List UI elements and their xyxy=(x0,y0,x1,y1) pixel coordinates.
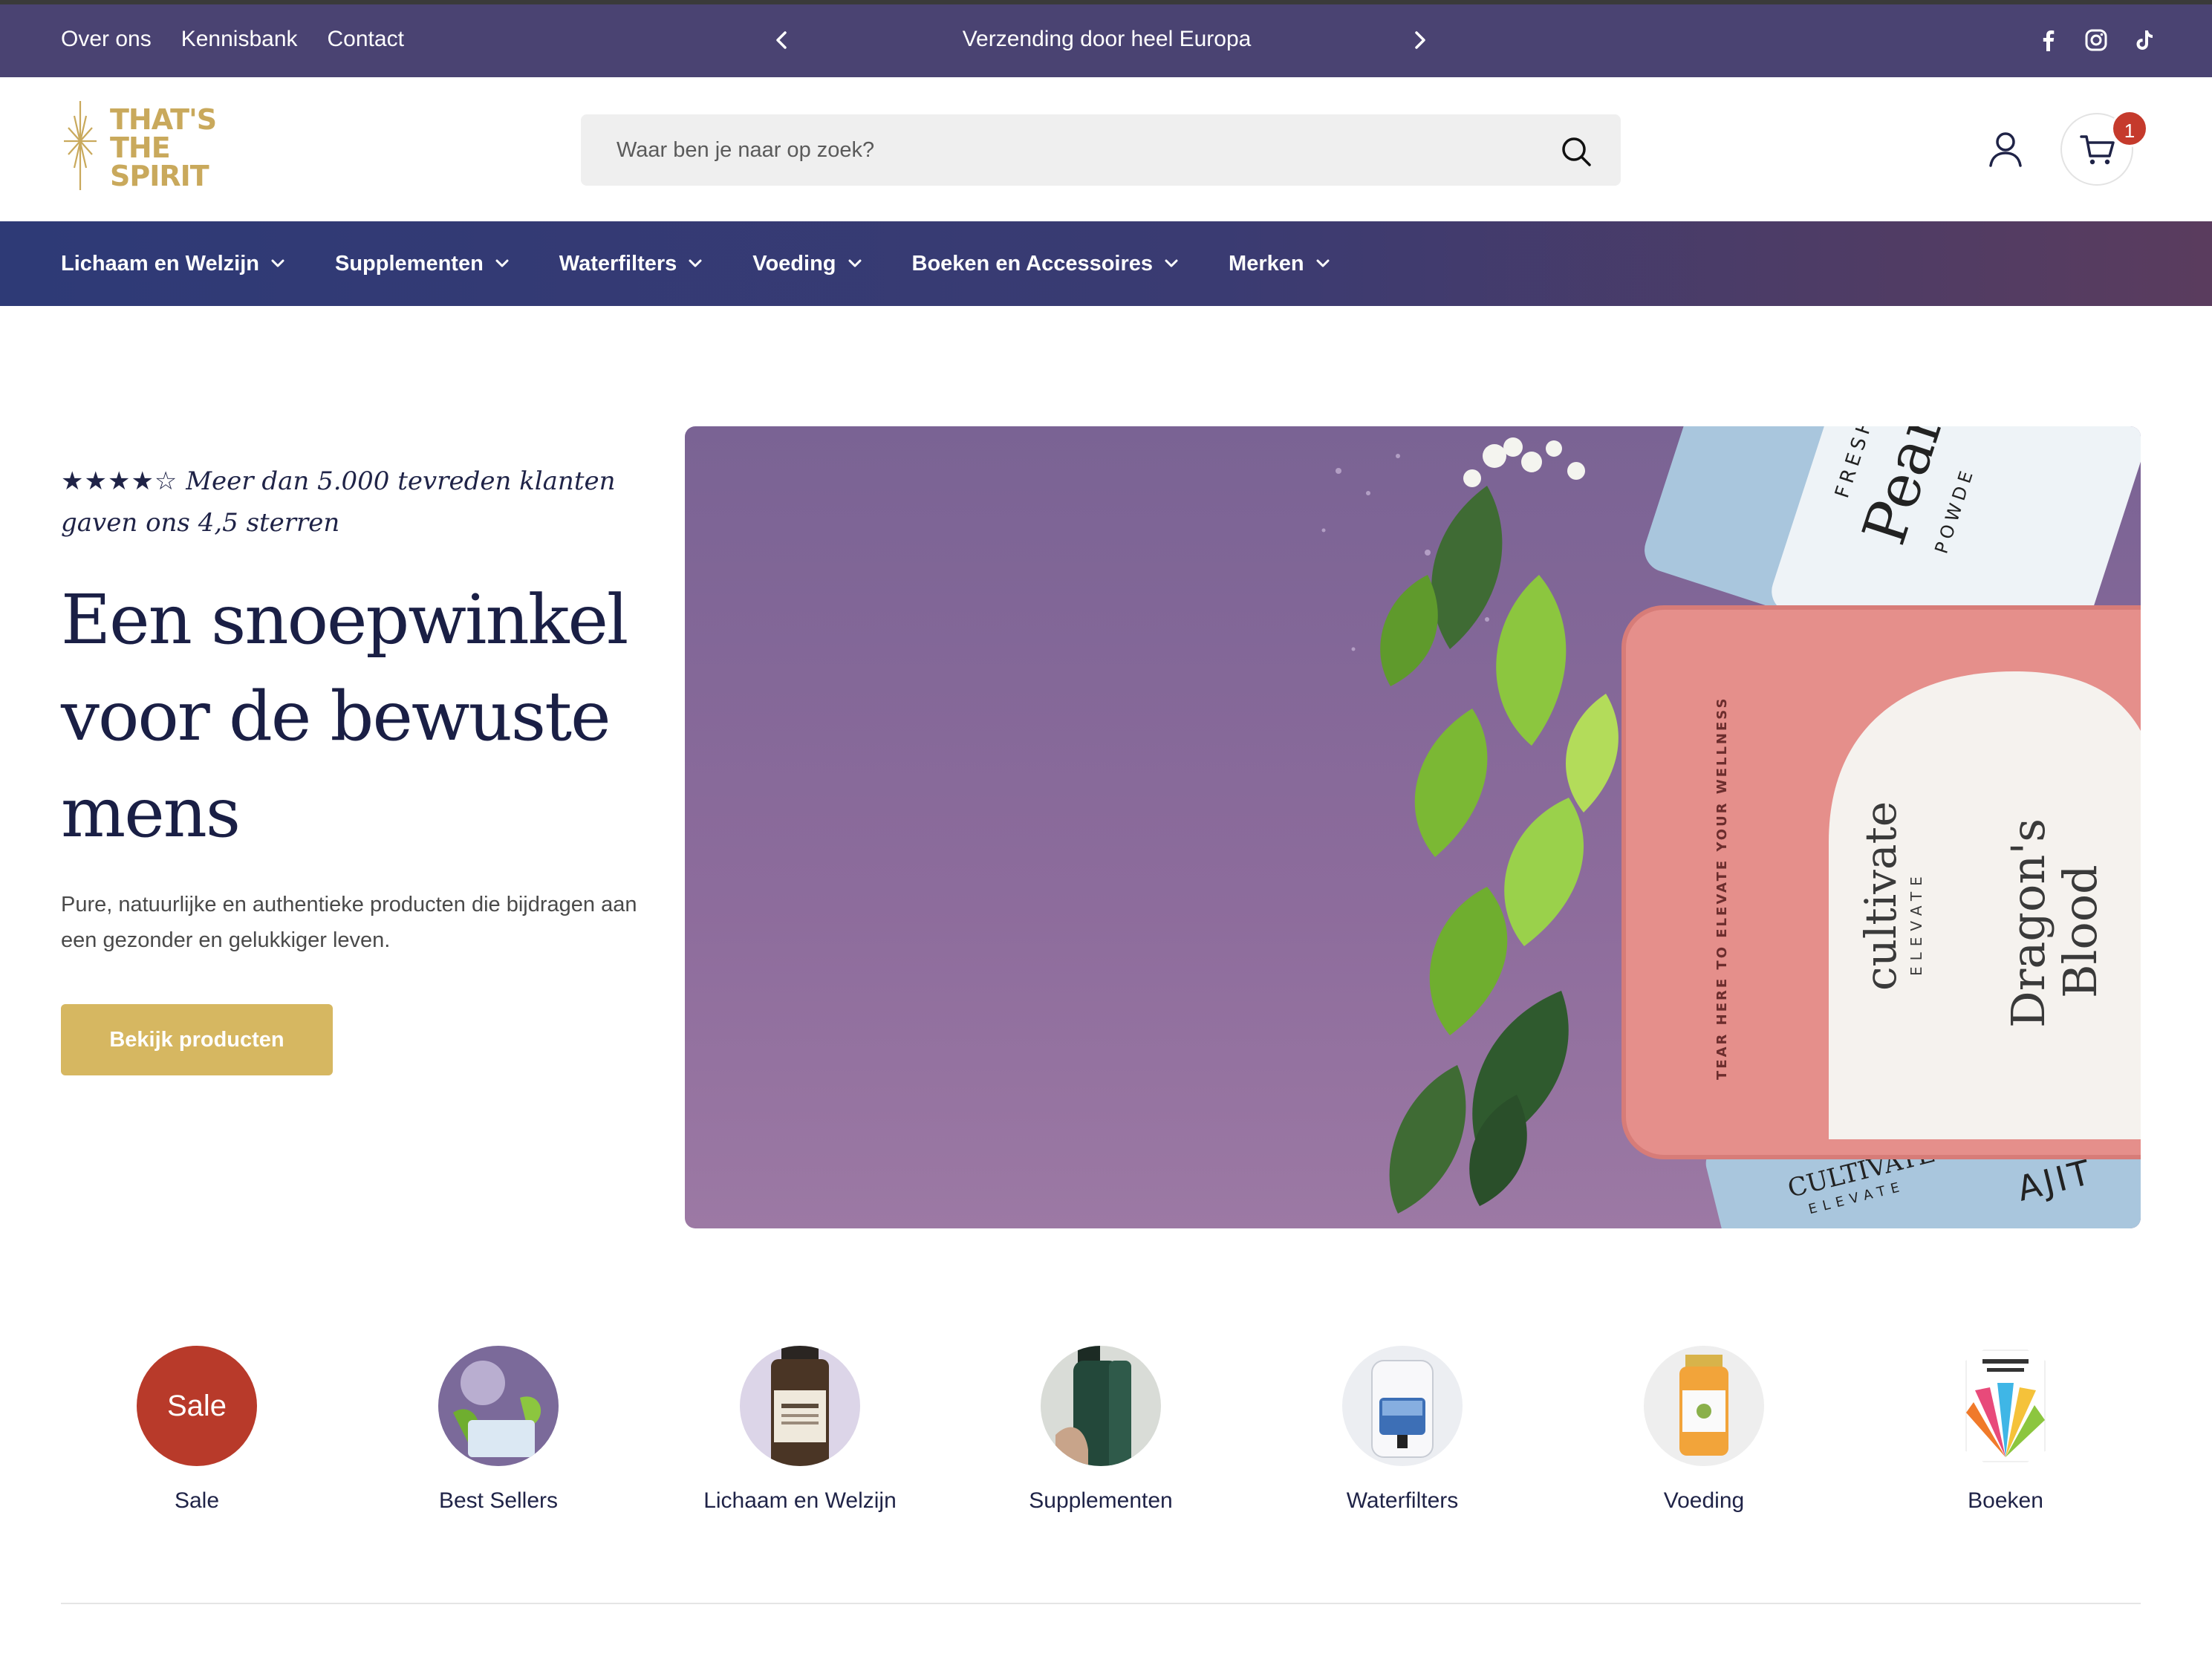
category-image xyxy=(740,1346,860,1466)
chevron-down-icon xyxy=(848,259,861,267)
hero-product-illustration: FRESHWA Pear POWDE CULTIVATE ELEVATE AJI… xyxy=(1321,426,2141,1228)
nav-item-lichaam-en-welzijn[interactable]: Lichaam en Welzijn xyxy=(61,252,286,276)
category-label: Waterfilters xyxy=(1346,1488,1459,1513)
logo-line-2: THE xyxy=(110,131,171,164)
chevron-down-icon xyxy=(1316,259,1330,267)
nav-item-label: Voeding xyxy=(752,251,836,276)
category-label: Boeken xyxy=(1968,1488,2043,1513)
category-image: Sale xyxy=(137,1346,257,1466)
chevron-down-icon xyxy=(495,259,509,267)
category-image xyxy=(1342,1346,1463,1466)
category-image xyxy=(1041,1346,1161,1466)
search-icon[interactable] xyxy=(1560,135,1593,168)
nav-item-voeding[interactable]: Voeding xyxy=(752,252,862,276)
hero-image: FRESHWA Pear POWDE CULTIVATE ELEVATE AJI… xyxy=(685,426,2141,1228)
account-icon[interactable] xyxy=(1988,131,2023,168)
chevron-left-icon[interactable] xyxy=(767,25,796,55)
site-header: THAT'S THE SPIRIT 1 xyxy=(0,77,2212,221)
brand-text: cultivate xyxy=(1855,801,1906,991)
search-bar xyxy=(581,114,1621,186)
hero-subcopy: Pure, natuurlijke en authentieke product… xyxy=(61,893,637,952)
utility-links: Over ons Kennisbank Contact xyxy=(61,27,404,52)
cart-icon xyxy=(2080,134,2115,166)
category-label: Lichaam en Welzijn xyxy=(703,1488,897,1513)
category-image xyxy=(438,1346,559,1466)
logo-line-1: THAT'S xyxy=(110,103,217,136)
category-label: Supplementen xyxy=(1029,1488,1173,1513)
nav-item-supplementen[interactable]: Supplementen xyxy=(335,252,510,276)
site-logo[interactable]: THAT'S THE SPIRIT xyxy=(59,101,217,198)
category-image xyxy=(1644,1346,1764,1466)
logo-star-icon xyxy=(64,101,97,190)
nav-item-label: Waterfilters xyxy=(559,251,677,276)
nav-item-label: Merken xyxy=(1229,251,1304,276)
logo-line-3: SPIRIT xyxy=(110,160,209,192)
category-label: Voeding xyxy=(1663,1488,1745,1513)
hero-text: ★★★★☆ Meer dan 5.000 tevreden klanten ga… xyxy=(61,460,670,958)
brand-sub-text: ELEVATE xyxy=(1907,870,1925,976)
category-lichaam-en-welzijn[interactable]: Lichaam en Welzijn xyxy=(681,1346,919,1514)
product-name-text: Dragon's xyxy=(2001,818,2055,1028)
nav-item-label: Lichaam en Welzijn xyxy=(61,251,259,276)
nav-item-label: Supplementen xyxy=(334,251,484,276)
link-over-ons[interactable]: Over ons xyxy=(61,27,152,52)
category-row: Sale Sale Best Sellers Lichaam en Welzij… xyxy=(0,1346,2212,1539)
instagram-icon[interactable] xyxy=(2083,27,2109,53)
announcement-bar: Over ons Kennisbank Contact Verzending d… xyxy=(0,0,2212,77)
nav-item-boeken-en-accessoires[interactable]: Boeken en Accessoires xyxy=(912,252,1180,276)
tiktok-icon[interactable] xyxy=(2130,27,2157,53)
category-supplementen[interactable]: Supplementen xyxy=(982,1346,1220,1514)
facebook-icon[interactable] xyxy=(2035,27,2062,53)
category-voeding[interactable]: Voeding xyxy=(1585,1346,1823,1514)
category-image xyxy=(1945,1346,2066,1466)
rating-stars: ★★★★☆ xyxy=(61,466,178,496)
section-divider xyxy=(61,1603,2141,1604)
category-label: Sale xyxy=(174,1488,220,1513)
main-navigation: Lichaam en Welzijn Supplementen Waterfil… xyxy=(0,221,2212,306)
link-kennisbank[interactable]: Kennisbank xyxy=(181,27,298,52)
chevron-down-icon xyxy=(689,259,702,267)
category-sale[interactable]: Sale Sale xyxy=(78,1346,316,1514)
category-label: Best Sellers xyxy=(438,1488,559,1513)
social-links xyxy=(2035,27,2157,53)
cart-count-badge: 1 xyxy=(2111,110,2148,147)
nav-item-label: Boeken en Accessoires xyxy=(911,251,1154,276)
category-boeken[interactable]: Boeken xyxy=(1887,1346,2124,1514)
nav-item-merken[interactable]: Merken xyxy=(1229,252,1331,276)
category-waterfilters[interactable]: Waterfilters xyxy=(1284,1346,1521,1514)
chevron-down-icon xyxy=(271,259,284,267)
search-input[interactable] xyxy=(581,114,1546,186)
hero-headline: Een snoepwinkel voor de bewuste mens xyxy=(61,580,628,853)
category-best-sellers[interactable]: Best Sellers xyxy=(380,1346,617,1514)
rating-line: ★★★★☆ Meer dan 5.000 tevreden klanten ga… xyxy=(61,460,670,544)
sale-circle-text: Sale xyxy=(166,1390,227,1422)
logo-wordmark: THAT'S THE SPIRIT xyxy=(110,103,217,192)
announcement-text: Verzending door heel Europa xyxy=(962,27,1252,51)
link-contact[interactable]: Contact xyxy=(328,27,404,52)
chevron-right-icon[interactable] xyxy=(1405,25,1435,55)
chevron-down-icon xyxy=(1165,259,1178,267)
product-name-text-2: Blood xyxy=(2053,864,2107,998)
nav-item-waterfilters[interactable]: Waterfilters xyxy=(559,252,703,276)
tear-strip-text: TEAR HERE TO ELEVATE YOUR WELLNESS xyxy=(1714,697,1730,1080)
view-products-button[interactable]: Bekijk producten xyxy=(61,1004,333,1075)
cart-button[interactable]: 1 xyxy=(2060,110,2148,186)
